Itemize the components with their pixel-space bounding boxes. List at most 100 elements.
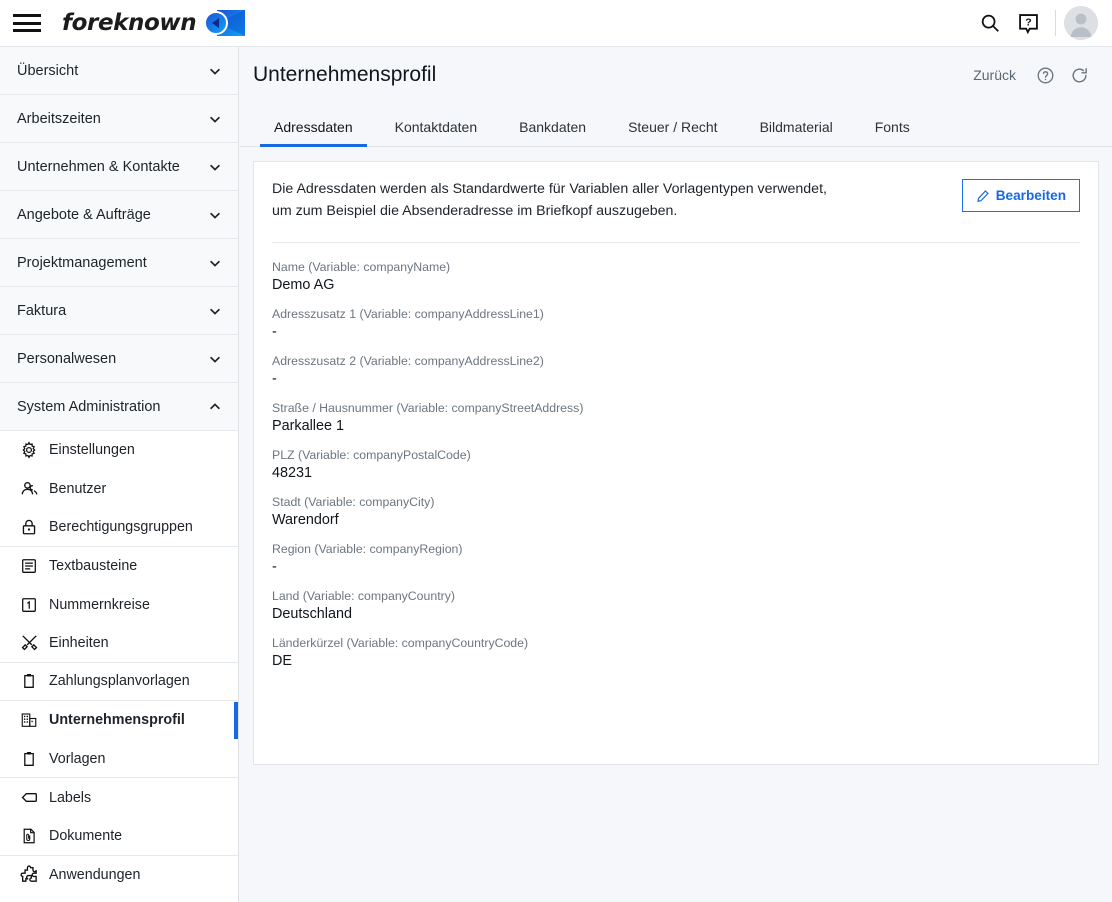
toolbar-divider	[1055, 10, 1056, 36]
tab-adressdaten[interactable]: Adressdaten	[253, 119, 374, 147]
tab-fonts[interactable]: Fonts	[854, 119, 931, 146]
sidebar-item-zahlungsplanvorlagen[interactable]: Zahlungsplanvorlagen	[0, 662, 238, 702]
sidebar-group-label: Übersicht	[17, 62, 79, 79]
field-city: Stadt (Variable: companyCity) Warendorf	[272, 495, 1080, 528]
sidebar-group-system-administration[interactable]: System Administration	[0, 383, 238, 431]
lock-icon	[18, 516, 40, 538]
puzzle-icon	[18, 864, 40, 886]
gear-icon	[18, 439, 40, 461]
avatar[interactable]	[1064, 6, 1098, 40]
sidebar: Übersicht Arbeitszeiten Unternehmen & Ko…	[0, 47, 239, 902]
sidebar-group-label: Faktura	[17, 302, 67, 319]
field-label: Land (Variable: companyCountry)	[272, 589, 455, 604]
sidebar-item-label: Einstellungen	[49, 442, 135, 459]
top-bar: foreknown ?	[0, 0, 1112, 47]
search-icon[interactable]	[971, 4, 1009, 42]
sidebar-group-faktura[interactable]: Faktura	[0, 287, 238, 335]
sidebar-item-einheiten[interactable]: Einheiten	[0, 623, 238, 663]
hamburger-icon[interactable]	[12, 12, 42, 34]
field-value: -	[272, 324, 277, 341]
sidebar-group-personalwesen[interactable]: Personalwesen	[0, 335, 238, 383]
tools-icon	[18, 632, 40, 654]
sidebar-item-label: Anwendungen	[49, 866, 141, 883]
field-label: Adresszusatz 1 (Variable: companyAddress…	[272, 307, 544, 322]
clipboard-icon	[18, 748, 40, 770]
sidebar-item-einstellungen[interactable]: Einstellungen	[0, 431, 238, 470]
sidebar-item-benutzer[interactable]: Benutzer	[0, 469, 238, 509]
field-label: Name (Variable: companyName)	[272, 260, 451, 275]
field-value: Warendorf	[272, 512, 339, 529]
field-region: Region (Variable: companyRegion) -	[272, 542, 1080, 575]
sidebar-item-label: Nummernkreise	[49, 596, 150, 613]
sidebar-group-label: System Administration	[17, 398, 161, 415]
sidebar-item-unternehmensprofil[interactable]: Unternehmensprofil	[0, 701, 238, 740]
field-label: Adresszusatz 2 (Variable: companyAddress…	[272, 354, 544, 369]
tab-steuer-recht[interactable]: Steuer / Recht	[607, 119, 739, 146]
chevron-down-icon	[210, 356, 220, 363]
sidebar-item-dokumente[interactable]: Dokumente	[0, 816, 238, 856]
tab-bankdaten[interactable]: Bankdaten	[498, 119, 607, 146]
sidebar-group-angebote-auftraege[interactable]: Angebote & Aufträge	[0, 191, 238, 239]
field-value: 48231	[272, 465, 313, 482]
tab-bildmaterial[interactable]: Bildmaterial	[739, 119, 854, 146]
field-address-line-1: Adresszusatz 1 (Variable: companyAddress…	[272, 307, 1080, 340]
sidebar-group-label: Angebote & Aufträge	[17, 206, 151, 223]
chevron-down-icon	[210, 212, 220, 219]
help-speech-bubble-icon[interactable]: ?	[1009, 4, 1047, 42]
chevron-down-icon	[210, 308, 220, 315]
sidebar-item-nummernkreise[interactable]: Nummernkreise	[0, 585, 238, 624]
field-street-address: Straße / Hausnummer (Variable: companySt…	[272, 401, 1080, 434]
text-block-icon	[18, 555, 40, 577]
sidebar-group-label: Personalwesen	[17, 350, 117, 367]
field-company-name: Name (Variable: companyName) Demo AG	[272, 260, 1080, 293]
page-header: Unternehmensprofil Zurück	[240, 47, 1112, 103]
document-icon	[18, 825, 40, 847]
field-value: Parkallee 1	[272, 418, 344, 435]
sidebar-item-label: Dokumente	[49, 827, 123, 844]
tab-bar: Adressdaten Kontaktdaten Bankdaten Steue…	[240, 103, 1112, 147]
sidebar-item-anwendungen[interactable]: Anwendungen	[0, 855, 238, 895]
tag-icon	[18, 787, 40, 809]
sidebar-group-label: Arbeitszeiten	[17, 110, 101, 127]
sidebar-group-arbeitszeiten[interactable]: Arbeitszeiten	[0, 95, 238, 143]
sidebar-item-label: Textbausteine	[49, 558, 138, 575]
main-content: Unternehmensprofil Zurück Adressdaten Ko…	[240, 47, 1112, 902]
sidebar-group-projektmanagement[interactable]: Projektmanagement	[0, 239, 238, 287]
field-label: Region (Variable: companyRegion)	[272, 542, 463, 557]
field-value: Deutschland	[272, 606, 352, 623]
back-button[interactable]: Zurück	[963, 63, 1026, 87]
card-header: Die Adressdaten werden als Standardwerte…	[254, 162, 1098, 222]
foreknown-logo-mark-icon	[204, 10, 246, 36]
field-address-line-2: Adresszusatz 2 (Variable: companyAddress…	[272, 354, 1080, 387]
field-label: Stadt (Variable: companyCity)	[272, 495, 435, 510]
edit-button[interactable]: Bearbeiten	[961, 179, 1080, 212]
sidebar-group-label: Unternehmen & Kontakte	[17, 158, 180, 175]
page-title: Unternehmensprofil	[253, 63, 437, 86]
pencil-icon	[976, 189, 989, 202]
field-value: DE	[272, 653, 292, 670]
sidebar-item-label: Labels	[49, 789, 92, 806]
sidebar-item-vorlagen[interactable]: Vorlagen	[0, 739, 238, 779]
field-label: Länderkürzel (Variable: companyCountryCo…	[272, 636, 529, 651]
sidebar-item-label: Berechtigungsgruppen	[49, 518, 193, 535]
brand-logo[interactable]: foreknown	[62, 8, 247, 38]
sidebar-item-label: Zahlungsplanvorlagen	[49, 673, 190, 690]
card-description: Die Adressdaten werden als Standardwerte…	[272, 181, 827, 219]
sidebar-group-uebersicht[interactable]: Übersicht	[0, 47, 238, 95]
sidebar-item-label: Unternehmensprofil	[49, 712, 185, 729]
help-circle-icon[interactable]	[1030, 60, 1060, 90]
page-header-actions: Zurück	[963, 60, 1094, 90]
building-icon	[18, 709, 40, 731]
chevron-down-icon	[210, 116, 220, 123]
clipboard-icon	[18, 670, 40, 692]
sidebar-item-berechtigungsgruppen[interactable]: Berechtigungsgruppen	[0, 508, 238, 547]
sidebar-group-unternehmen-kontakte[interactable]: Unternehmen & Kontakte	[0, 143, 238, 191]
refresh-icon[interactable]	[1064, 60, 1094, 90]
tab-kontaktdaten[interactable]: Kontaktdaten	[374, 119, 499, 146]
sidebar-item-textbausteine[interactable]: Textbausteine	[0, 546, 238, 586]
chevron-down-icon	[210, 260, 220, 267]
chevron-down-icon	[210, 68, 220, 75]
edit-button-label: Bearbeiten	[995, 188, 1066, 203]
chevron-down-icon	[210, 164, 220, 171]
sidebar-item-labels[interactable]: Labels	[0, 778, 238, 817]
